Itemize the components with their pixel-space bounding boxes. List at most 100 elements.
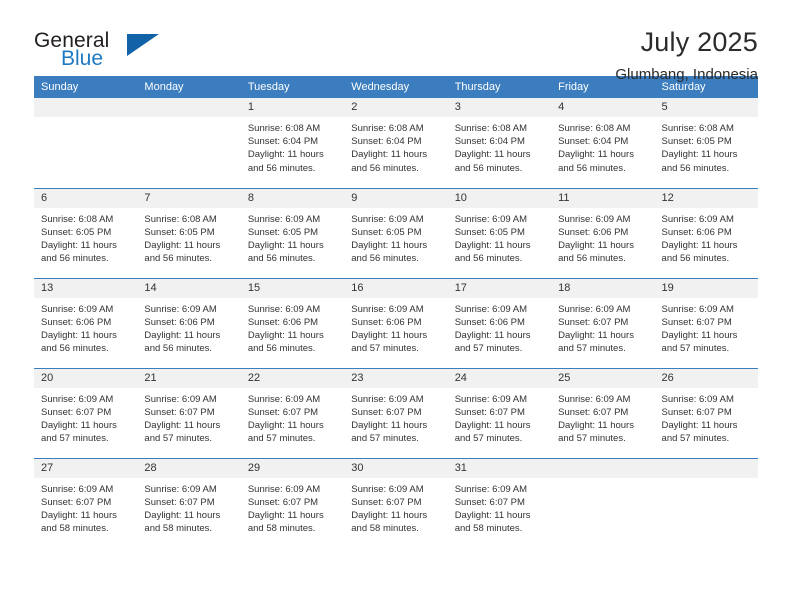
day-number: 26 [654, 368, 758, 388]
day-number: 16 [344, 278, 448, 298]
calendar-day-cell[interactable]: 17 Sunrise: 6:09 AM Sunset: 6:06 PM Dayligh… [447, 277, 552, 368]
sunrise-text: Sunrise: 6:09 AM [351, 213, 424, 225]
calendar-day-cell[interactable]: 6 Sunrise: 6:08 AM Sunset: 6:05 PM Daylight… [34, 187, 138, 278]
calendar-day-cell[interactable]: 24 Sunrise: 6:09 AM Sunset: 6:07 PM Dayligh… [447, 367, 552, 458]
daylight-text: Daylight: 11 hours and 56 minutes. [351, 149, 428, 174]
calendar-day-cell[interactable]: 12 Sunrise: 6:09 AM Sunset: 6:06 PM Dayligh… [654, 187, 758, 278]
calendar-day-cell[interactable]: 11 Sunrise: 6:09 AM Sunset: 6:06 PM Dayligh… [551, 187, 655, 278]
day-number [34, 98, 138, 117]
daylight-text: Daylight: 11 hours and 56 minutes. [558, 239, 634, 265]
daylight-text: Daylight: 11 hours and 57 minutes. [247, 419, 324, 445]
sunset-text: Sunset: 6:07 PM [41, 406, 112, 418]
calendar-day-cell[interactable]: 3 Sunrise: 6:08 AM Sunset: 6:04 PM Daylight… [447, 98, 552, 188]
brand-name-blue: Blue [61, 47, 104, 70]
daylight-text: Daylight: 11 hours and 57 minutes. [454, 419, 531, 445]
sunset-text: Sunset: 6:04 PM [454, 136, 525, 148]
daylight-text: Daylight: 11 hours and 58 minutes. [247, 509, 324, 535]
sunrise-text: Sunrise: 6:09 AM [661, 393, 734, 405]
daylight-text: Daylight: 11 hours and 56 minutes. [454, 239, 531, 265]
sunset-text: Sunset: 6:07 PM [558, 406, 629, 418]
day-number: 17 [447, 278, 552, 298]
sunset-text: Sunset: 6:07 PM [661, 316, 732, 328]
daylight-text: Daylight: 11 hours and 56 minutes. [144, 329, 221, 355]
sunset-text: Sunset: 6:06 PM [144, 316, 215, 328]
day-details: Sunrise: 6:08 AM Sunset: 6:04 PM Daylight:… [344, 117, 447, 175]
weekday-header-wednesday: Wednesday [344, 76, 448, 98]
calendar-day-cell[interactable]: 16 Sunrise: 6:09 AM Sunset: 6:06 PM Dayligh… [344, 277, 448, 368]
sunrise-text: Sunrise: 6:09 AM [454, 303, 528, 315]
sunset-text: Sunset: 6:07 PM [41, 496, 112, 508]
calendar-day-cell[interactable]: 21 Sunrise: 6:09 AM Sunset: 6:07 PM Dayligh… [137, 367, 241, 458]
calendar-day-cell[interactable]: 25 Sunrise: 6:09 AM Sunset: 6:07 PM Dayligh… [551, 367, 655, 458]
calendar-day-cell[interactable]: 5 Sunrise: 6:08 AM Sunset: 6:05 PM Daylight… [654, 98, 758, 188]
day-details: Sunrise: 6:09 AM Sunset: 6:06 PM Daylight:… [241, 298, 344, 356]
daylight-text: Daylight: 11 hours and 57 minutes. [661, 419, 738, 445]
calendar-day-cell[interactable]: 13 Sunrise: 6:09 AM Sunset: 6:06 PM Dayligh… [34, 277, 138, 368]
day-details: Sunrise: 6:09 AM Sunset: 6:07 PM Daylight:… [344, 388, 447, 446]
calendar-day-cell[interactable]: 30 Sunrise: 6:09 AM Sunset: 6:07 PM Dayligh… [344, 457, 448, 548]
calendar-day-cell[interactable]: 14 Sunrise: 6:09 AM Sunset: 6:06 PM Dayligh… [137, 277, 241, 368]
day-number: 23 [344, 368, 448, 388]
daylight-text: Daylight: 11 hours and 56 minutes. [351, 239, 428, 265]
calendar-day-cell[interactable]: 18 Sunrise: 6:09 AM Sunset: 6:07 PM Dayligh… [551, 277, 655, 368]
calendar-day-cell[interactable]: 9 Sunrise: 6:09 AM Sunset: 6:05 PM Daylight… [344, 187, 448, 278]
sunset-text: Sunset: 6:04 PM [351, 136, 422, 148]
calendar-day-cell[interactable]: 27 Sunrise: 6:09 AM Sunset: 6:07 PM Dayligh… [34, 457, 138, 548]
calendar-day-cell[interactable]: 31 Sunrise: 6:09 AM Sunset: 6:07 PM Dayligh… [447, 457, 552, 548]
calendar-day-cell[interactable]: 1 Sunrise: 6:08 AM Sunset: 6:04 PM Daylight… [240, 98, 345, 188]
title-block: July 2025 Glumbang, Indonesia [615, 26, 758, 85]
calendar-day-cell[interactable]: 23 Sunrise: 6:09 AM Sunset: 6:07 PM Dayligh… [344, 367, 448, 458]
day-number: 9 [344, 188, 448, 208]
day-details: Sunrise: 6:09 AM Sunset: 6:07 PM Daylight:… [448, 478, 551, 536]
sunrise-text: Sunrise: 6:08 AM [558, 123, 631, 134]
calendar-day-cell[interactable]: 2 Sunrise: 6:08 AM Sunset: 6:04 PM Daylight… [344, 98, 448, 188]
sunrise-text: Sunrise: 6:09 AM [558, 393, 631, 405]
day-number: 25 [551, 368, 655, 388]
day-details: Sunrise: 6:08 AM Sunset: 6:05 PM Daylight:… [137, 208, 240, 266]
page-title: July 2025 [640, 27, 758, 57]
day-number: 8 [240, 188, 345, 208]
brand-logo[interactable]: General Blue [34, 26, 184, 69]
sunrise-text: Sunrise: 6:08 AM [454, 123, 528, 134]
calendar-day-cell[interactable]: 22 Sunrise: 6:09 AM Sunset: 6:07 PM Dayligh… [240, 367, 345, 458]
day-number: 3 [447, 98, 552, 117]
day-number: 2 [344, 98, 448, 117]
calendar-day-cell-empty [551, 457, 655, 548]
day-details: Sunrise: 6:09 AM Sunset: 6:07 PM Daylight:… [655, 388, 758, 446]
day-details: Sunrise: 6:09 AM Sunset: 6:07 PM Daylight:… [34, 478, 137, 536]
calendar-day-cell[interactable]: 8 Sunrise: 6:09 AM Sunset: 6:05 PM Daylight… [240, 187, 345, 278]
calendar-day-cell[interactable]: 7 Sunrise: 6:08 AM Sunset: 6:05 PM Daylight… [137, 187, 241, 278]
day-details: Sunrise: 6:08 AM Sunset: 6:04 PM Daylight:… [448, 117, 551, 175]
sunset-text: Sunset: 6:06 PM [558, 226, 629, 238]
daylight-text: Daylight: 11 hours and 57 minutes. [558, 419, 634, 445]
sunset-text: Sunset: 6:07 PM [144, 496, 215, 508]
sunrise-text: Sunrise: 6:09 AM [41, 393, 114, 405]
calendar-day-cell[interactable]: 10 Sunrise: 6:09 AM Sunset: 6:05 PM Dayligh… [447, 187, 552, 278]
sunrise-text: Sunrise: 6:08 AM [41, 213, 114, 225]
day-details: Sunrise: 6:09 AM Sunset: 6:06 PM Daylight:… [137, 298, 240, 356]
day-number: 1 [240, 98, 345, 117]
calendar-day-cell-empty [34, 98, 138, 188]
day-number: 29 [240, 458, 345, 478]
sunrise-text: Sunrise: 6:08 AM [661, 123, 734, 134]
calendar-day-cell[interactable]: 28 Sunrise: 6:09 AM Sunset: 6:07 PM Dayligh… [137, 457, 241, 548]
day-number: 30 [344, 458, 448, 478]
calendar-day-cell[interactable]: 20 Sunrise: 6:09 AM Sunset: 6:07 PM Dayligh… [34, 367, 138, 458]
calendar-day-cell[interactable]: 29 Sunrise: 6:09 AM Sunset: 6:07 PM Dayligh… [240, 457, 345, 548]
sunset-text: Sunset: 6:04 PM [558, 136, 629, 148]
sunrise-text: Sunrise: 6:09 AM [144, 483, 217, 495]
day-details: Sunrise: 6:09 AM Sunset: 6:07 PM Daylight:… [551, 298, 654, 356]
day-details: Sunrise: 6:09 AM Sunset: 6:06 PM Daylight:… [34, 298, 137, 356]
sunset-text: Sunset: 6:07 PM [144, 406, 215, 418]
daylight-text: Daylight: 11 hours and 58 minutes. [454, 509, 531, 535]
sunset-text: Sunset: 6:05 PM [454, 226, 525, 238]
sunset-text: Sunset: 6:04 PM [247, 136, 319, 148]
calendar-day-cell[interactable]: 4 Sunrise: 6:08 AM Sunset: 6:04 PM Daylight… [551, 98, 655, 188]
daylight-text: Daylight: 11 hours and 57 minutes. [41, 419, 117, 445]
sunset-text: Sunset: 6:05 PM [247, 226, 319, 238]
calendar-day-cell[interactable]: 26 Sunrise: 6:09 AM Sunset: 6:07 PM Dayligh… [654, 367, 758, 458]
sunrise-text: Sunrise: 6:08 AM [247, 123, 321, 134]
calendar-day-cell[interactable]: 19 Sunrise: 6:09 AM Sunset: 6:07 PM Dayligh… [654, 277, 758, 368]
day-number: 5 [654, 98, 758, 117]
calendar-day-cell[interactable]: 15 Sunrise: 6:09 AM Sunset: 6:06 PM Dayligh… [240, 277, 345, 368]
